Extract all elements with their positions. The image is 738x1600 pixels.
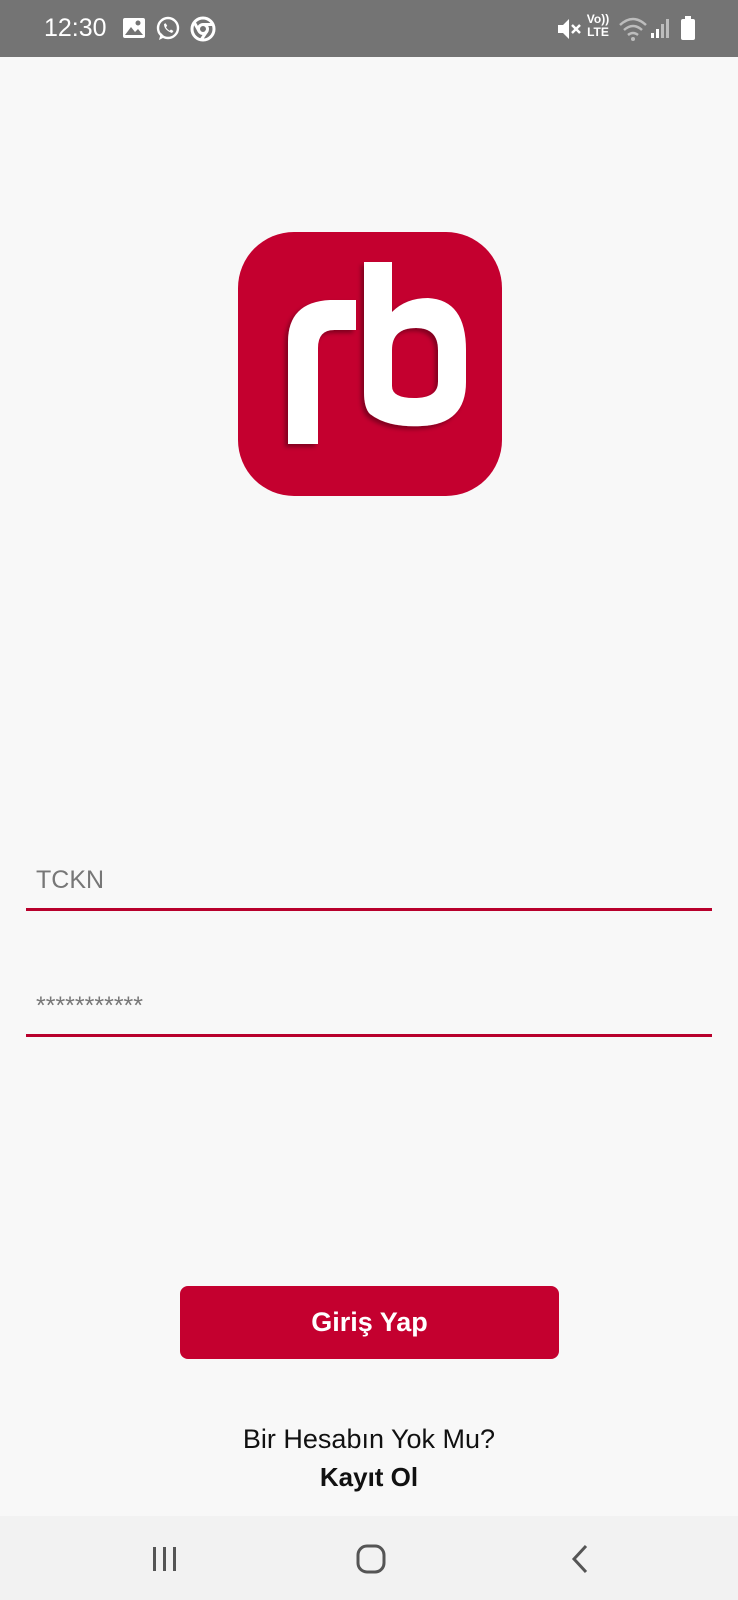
- chrome-icon: [190, 16, 216, 47]
- status-time: 12:30: [44, 14, 107, 42]
- whatsapp-icon: [155, 16, 181, 47]
- back-icon[interactable]: [555, 1534, 605, 1584]
- navigation-bar: [0, 1516, 738, 1600]
- home-icon[interactable]: [346, 1534, 396, 1584]
- signal-icon: [650, 17, 670, 44]
- volte-icon: Vo)) LTE: [586, 12, 610, 39]
- tckn-input[interactable]: [26, 852, 712, 908]
- login-button-label: Giriş Yap: [311, 1307, 428, 1337]
- password-input[interactable]: [26, 978, 712, 1034]
- wifi-icon: [618, 16, 648, 47]
- app-logo: [238, 232, 502, 496]
- no-account-text: Bir Hesabın Yok Mu?: [242, 1424, 496, 1454]
- status-bar: 12:30 Vo)) LTE: [0, 0, 738, 57]
- register-link[interactable]: Kayıt Ol: [0, 1462, 738, 1493]
- recent-apps-icon[interactable]: [140, 1534, 190, 1584]
- battery-icon: [680, 15, 696, 46]
- login-button[interactable]: Giriş Yap: [180, 1286, 559, 1359]
- tckn-field-container: [26, 852, 712, 911]
- mute-icon: [556, 16, 582, 47]
- password-field-container: [26, 978, 712, 1037]
- image-icon: [122, 17, 146, 44]
